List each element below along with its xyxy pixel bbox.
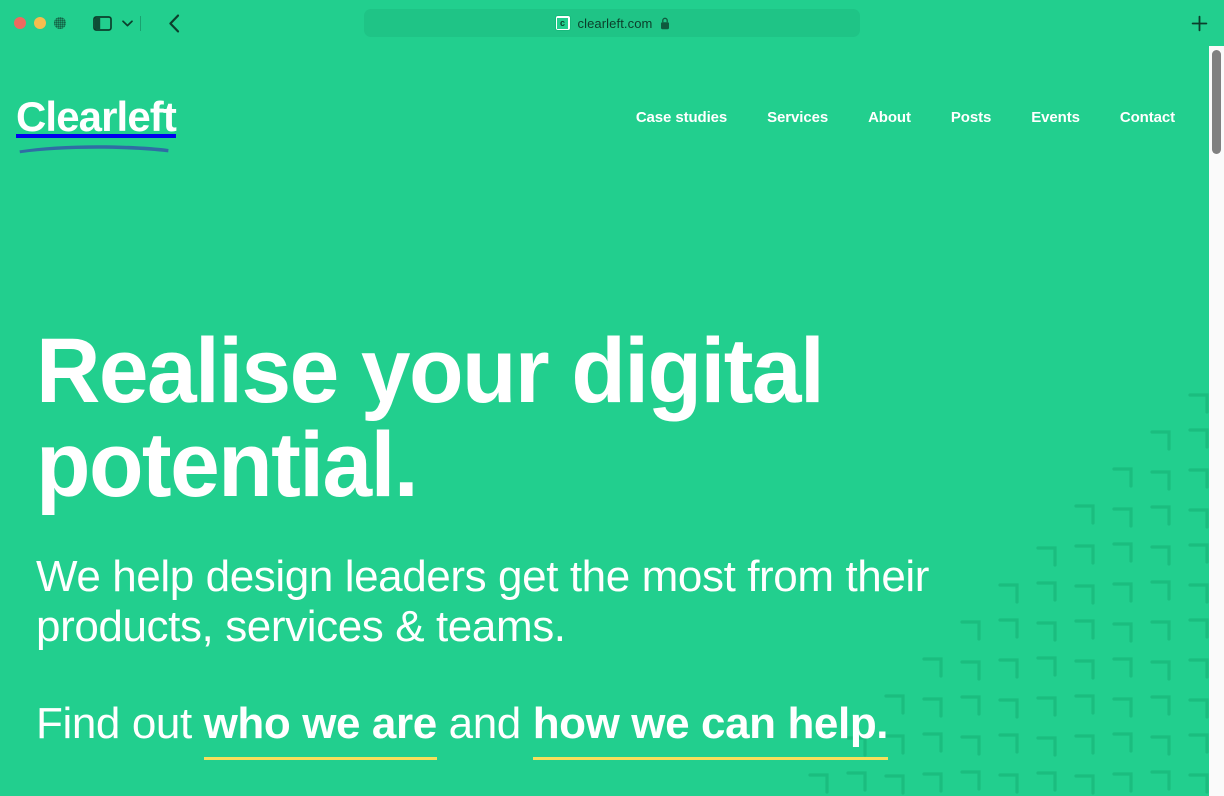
- browser-toolbar: c clearleft.com: [0, 0, 1224, 46]
- main-navigation: Case studies Services About Posts Events…: [616, 103, 1175, 132]
- site-favicon-icon: c: [554, 15, 571, 31]
- favicon-letter: c: [557, 17, 568, 29]
- hero-cta-paragraph: Find out who we are and how we can help.: [36, 699, 1004, 760]
- maximize-window-button[interactable]: [54, 17, 66, 29]
- address-bar-content: c clearleft.com: [554, 15, 670, 31]
- address-bar-container: c clearleft.com: [364, 9, 860, 37]
- hero-link-how-we-can-help[interactable]: how we can help.: [532, 699, 889, 760]
- nav-item-about[interactable]: About: [848, 103, 931, 132]
- hero-cta-prefix: Find out: [36, 699, 204, 748]
- chevron-down-icon[interactable]: [116, 10, 138, 36]
- address-bar-url: clearleft.com: [577, 15, 653, 31]
- hero-subheading: We help design leaders get the most from…: [36, 552, 976, 652]
- nav-item-events[interactable]: Events: [1011, 103, 1100, 132]
- new-tab-button[interactable]: [1186, 11, 1212, 35]
- lock-icon: [660, 17, 670, 30]
- toolbar-nav-group: [88, 10, 189, 36]
- page-title: Realise your digital potential.: [36, 324, 975, 512]
- hero-section: Realise your digital potential. We help …: [36, 324, 1004, 760]
- hero-subheading-line-1: We help design leaders get the most from…: [36, 552, 930, 601]
- site-logo[interactable]: Clearleft: [16, 93, 177, 154]
- page-viewport: Clearleft Case studies Services About Po…: [0, 46, 1224, 796]
- site-header: Clearleft Case studies Services About Po…: [0, 46, 1224, 188]
- sidebar-toggle-icon[interactable]: [88, 10, 116, 36]
- page-title-line-1: Realise your digital: [36, 320, 825, 422]
- page-scrollbar[interactable]: [1209, 46, 1224, 796]
- page-title-line-2: potential.: [36, 414, 419, 516]
- window-controls: [0, 17, 66, 29]
- address-bar[interactable]: c clearleft.com: [364, 9, 860, 37]
- browser-window: c clearleft.com Clearleft Case studies S…: [0, 0, 1224, 796]
- hero-subheading-line-2: products, services & teams.: [36, 602, 566, 651]
- back-icon[interactable]: [159, 10, 189, 36]
- nav-item-posts[interactable]: Posts: [931, 103, 1011, 132]
- nav-item-contact[interactable]: Contact: [1100, 103, 1175, 132]
- toolbar-divider: [140, 15, 141, 31]
- hero-link-who-we-are[interactable]: who we are: [203, 699, 437, 760]
- logo-brush-underline: [18, 141, 170, 154]
- extension-globe-icon[interactable]: [835, 15, 852, 32]
- nav-item-services[interactable]: Services: [747, 103, 848, 132]
- site-logo-text: Clearleft: [16, 93, 177, 140]
- close-window-button[interactable]: [14, 17, 26, 29]
- hero-cta-middle: and: [436, 699, 533, 748]
- scrollbar-thumb[interactable]: [1212, 50, 1221, 154]
- minimize-window-button[interactable]: [34, 17, 46, 29]
- nav-item-case-studies[interactable]: Case studies: [616, 103, 747, 132]
